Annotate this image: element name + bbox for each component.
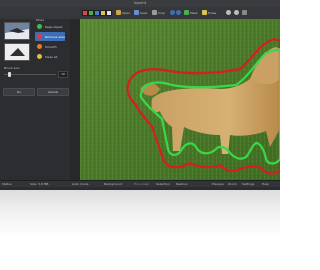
- tool-keep-button[interactable]: Keep object: [35, 22, 65, 31]
- photo-dog-on-grass: [80, 19, 280, 180]
- tool-label: Clear all: [45, 54, 58, 59]
- tool-label: Remove area: [45, 34, 65, 39]
- slider-knob[interactable]: [8, 72, 11, 77]
- toolbar-label: Save: [140, 10, 148, 15]
- open-icon: [116, 10, 121, 15]
- go-button[interactable]: Go: [3, 88, 35, 96]
- brush-size-value[interactable]: 10: [58, 71, 68, 78]
- toolbar-mask-button[interactable]: Mask: [184, 9, 198, 16]
- save-icon: [134, 10, 139, 15]
- mask-icon: [184, 10, 189, 15]
- image-thumbnail[interactable]: [4, 22, 30, 40]
- crop-icon: [152, 10, 157, 15]
- tool-remove-button[interactable]: Remove area: [35, 32, 65, 41]
- remove-region-icon: [37, 34, 42, 39]
- toolbar-label: Mask: [190, 10, 198, 15]
- keep-region-icon: [37, 24, 42, 29]
- undo-icon: [170, 10, 175, 15]
- toolbar-save-button[interactable]: Save: [134, 9, 147, 16]
- left-panel: Mode Keep object Remove area Smooth Clea…: [0, 18, 71, 183]
- thumbnail-mask: [5, 44, 29, 60]
- brush-size-label: Brush size: [4, 66, 20, 70]
- fit-icon[interactable]: [242, 10, 247, 15]
- toolbar-label: Erase: [208, 10, 217, 15]
- toolbar-label: Open: [122, 10, 131, 15]
- app-window: Inpaint Open Save Crop Mask Erase Mode K…: [0, 0, 280, 190]
- toolbar-undo-button[interactable]: [170, 9, 181, 16]
- redo-icon: [176, 10, 181, 15]
- panel-divider[interactable]: [70, 19, 80, 183]
- erase-icon: [202, 10, 207, 15]
- cancel-button[interactable]: Cancel: [37, 88, 69, 96]
- mask-thumbnail[interactable]: [4, 43, 30, 61]
- toolbar-label: Crop: [158, 10, 166, 15]
- window-reflection: [0, 190, 280, 270]
- zoom-in-icon[interactable]: [226, 10, 231, 15]
- toolbar-erase-button[interactable]: Erase: [202, 9, 216, 16]
- window-title: Inpaint: [133, 1, 147, 5]
- toolbar-open-button[interactable]: Open: [116, 9, 130, 16]
- brush-icon: [37, 44, 42, 49]
- slider-track: [4, 74, 56, 75]
- thumbnail-image: [5, 23, 29, 39]
- color-swatch-white[interactable]: [106, 10, 112, 16]
- zoom-out-icon[interactable]: [234, 10, 239, 15]
- tool-label: Smooth: [45, 44, 57, 49]
- brush-size-slider[interactable]: 10: [4, 71, 68, 78]
- toolbar-crop-button[interactable]: Crop: [152, 9, 165, 16]
- image-canvas[interactable]: [80, 19, 280, 180]
- tool-label: Keep object: [45, 24, 63, 29]
- tool-clear-button[interactable]: Clear all: [35, 52, 65, 61]
- clear-icon: [37, 54, 42, 59]
- tool-smooth-button[interactable]: Smooth: [35, 42, 65, 51]
